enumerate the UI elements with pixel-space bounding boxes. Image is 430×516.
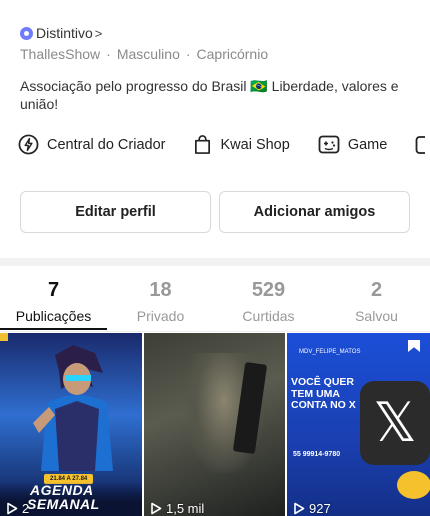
- lightning-circle-icon: [18, 134, 39, 155]
- link-more[interactable]: [415, 134, 430, 155]
- view-count-value: 1,5 mil: [166, 501, 205, 516]
- view-count-value: 927: [309, 501, 331, 516]
- play-icon: [151, 502, 162, 515]
- add-friends-button[interactable]: Adicionar amigos: [219, 191, 410, 233]
- meta-separator: ·: [106, 46, 111, 62]
- character-illustration: [33, 345, 113, 471]
- chat-bubble-icon: [397, 471, 430, 499]
- chevron-right-icon: >: [94, 25, 103, 41]
- profile-links: Central do Criador Kwai Shop Game: [18, 134, 430, 155]
- tab-count: 18: [149, 279, 172, 301]
- link-kwai-shop[interactable]: Kwai Shop: [193, 134, 290, 155]
- view-count-value: 2: [22, 501, 30, 516]
- bookmark-icon: [408, 340, 420, 352]
- active-tab-indicator: [0, 328, 107, 330]
- badge-icon: [20, 26, 33, 40]
- post-thumbnail[interactable]: 1,5 mil: [144, 333, 285, 516]
- badge-label: Distintivo: [36, 25, 93, 41]
- tab-count: 529: [251, 279, 286, 301]
- x-logo-icon: 𝕏: [373, 391, 417, 454]
- post-handle: MDV_FELIPE_MATOS: [299, 349, 361, 355]
- tab-label: Curtidas: [242, 308, 295, 324]
- link-game[interactable]: Game: [318, 134, 388, 155]
- link-kwai-shop-label: Kwai Shop: [220, 136, 290, 153]
- tab-curtidas[interactable]: 529 Curtidas: [215, 278, 322, 326]
- tab-count: 7: [47, 279, 60, 301]
- meta-separator: ·: [185, 46, 191, 62]
- tab-label: Privado: [136, 308, 185, 324]
- section-divider: [0, 258, 430, 266]
- meta-gender: Masculino: [116, 46, 180, 62]
- corner-tag-icon: [0, 333, 8, 341]
- x-logo-card: 𝕏: [360, 381, 430, 465]
- post-phone: 55 99914-9780: [293, 451, 341, 458]
- view-count: 2: [6, 501, 29, 516]
- meta-username: ThallesShow: [20, 46, 101, 62]
- banner-line-2: SEMANAL: [27, 496, 100, 512]
- profile-bio: Associação pelo progresso do Brasil 🇧🇷 L…: [20, 78, 399, 112]
- post-thumbnail[interactable]: 21.84 A 27.84 AGENDA SEMANAL 2: [0, 333, 142, 516]
- profile-meta: ThallesShow · Masculino · Capricórnio: [20, 46, 268, 62]
- view-count: 927: [293, 501, 331, 516]
- tab-privado[interactable]: 18 Privado: [107, 278, 214, 326]
- edit-profile-button[interactable]: Editar perfil: [20, 191, 211, 233]
- play-icon: [7, 502, 18, 515]
- play-icon: [294, 502, 305, 515]
- tabs-divider: [0, 331, 430, 332]
- overflow-link-icon: [415, 136, 426, 154]
- gamepad-icon: [318, 135, 340, 154]
- tab-count: 2: [370, 279, 383, 301]
- tab-label: Salvou: [355, 308, 398, 324]
- view-count: 1,5 mil: [150, 501, 204, 516]
- link-game-label: Game: [347, 136, 388, 153]
- shopping-bag-icon: [195, 135, 211, 154]
- meta-sign: Capricórnio: [196, 46, 269, 62]
- post-headline: VOCÊ QUER TEM UMA CONTA NO X: [291, 376, 356, 411]
- profile-tabs: 7 Publicações 18 Privado 529 Curtidas 2 …: [0, 278, 430, 332]
- post-grid: 21.84 A 27.84 AGENDA SEMANAL 2 1,5 mil M…: [0, 333, 430, 516]
- link-creator-center-label: Central do Criador: [47, 136, 166, 153]
- link-creator-center[interactable]: Central do Criador: [18, 134, 165, 155]
- badge-row[interactable]: Distintivo >: [20, 25, 102, 41]
- tab-publicacoes[interactable]: 7 Publicações: [0, 278, 107, 326]
- tab-salvou[interactable]: 2 Salvou: [323, 278, 430, 326]
- tab-label: Publicações: [15, 308, 92, 324]
- post-thumbnail[interactable]: MDV_FELIPE_MATOS VOCÊ QUER TEM UMA CONTA…: [287, 333, 430, 516]
